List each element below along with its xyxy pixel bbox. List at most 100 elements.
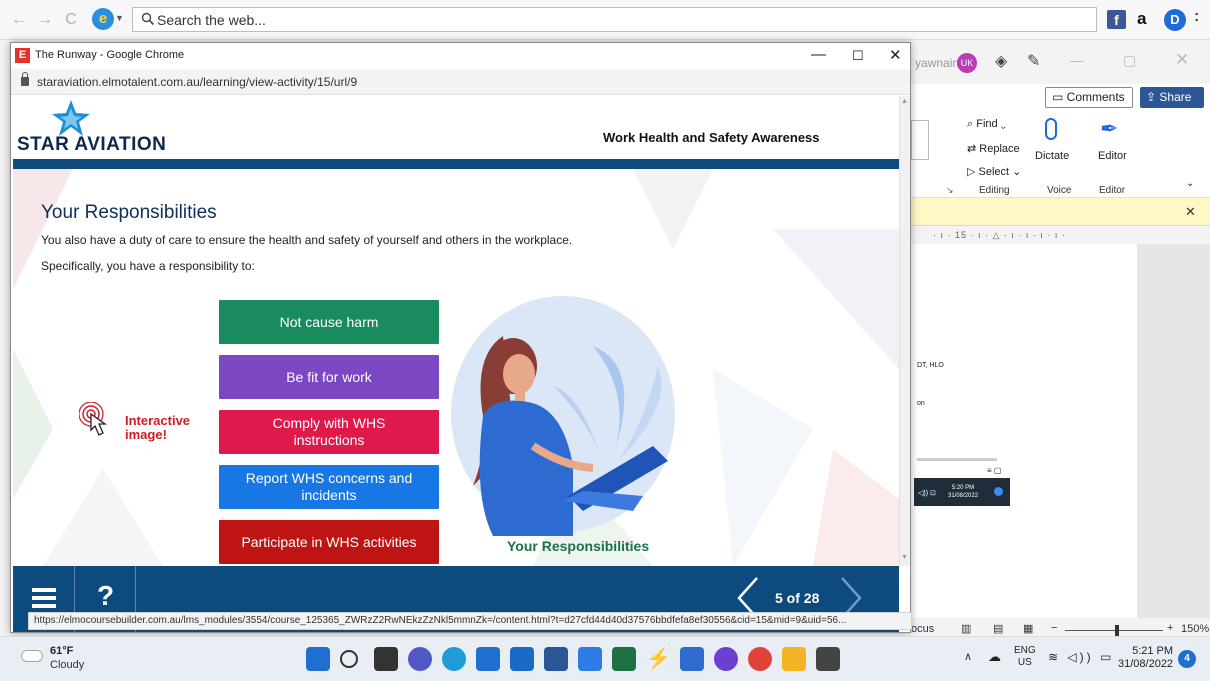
responsibility-button-fit-for-work[interactable]: Be fit for work bbox=[219, 355, 439, 399]
illustration-caption: Your Responsibilities bbox=[507, 538, 650, 554]
wifi-volume-battery-icons[interactable]: ≋ ◁)) ▭ bbox=[1048, 650, 1114, 664]
teams-chat-icon[interactable] bbox=[408, 647, 432, 671]
window-title: The Runway - Google Chrome bbox=[35, 49, 185, 61]
editor-pen-icon: ✒ bbox=[1100, 116, 1119, 141]
zoom-icon[interactable] bbox=[680, 647, 704, 671]
responsibility-button-participate-whs[interactable]: Participate in WHS activities bbox=[219, 520, 439, 564]
scrollbar[interactable]: ▲ ▼ bbox=[899, 96, 910, 566]
clock-time: 5:21 PM bbox=[1132, 645, 1174, 657]
mini-time: 5:20 PM bbox=[951, 485, 975, 491]
mini-clock: 5:20 PM 31/08/2022 bbox=[948, 484, 978, 500]
zoom-in-icon[interactable]: + bbox=[1167, 622, 1173, 634]
comments-button[interactable]: ▭ Comments bbox=[1045, 87, 1133, 108]
d-extension-icon[interactable]: D bbox=[1164, 9, 1186, 31]
edge-icon[interactable] bbox=[442, 647, 466, 671]
doc-line bbox=[917, 458, 997, 461]
zoom-level[interactable]: 150% bbox=[1181, 623, 1209, 635]
ruler: · ı · 15 · ı · △ · ı · ı · ı · ı · bbox=[903, 226, 1210, 244]
close-icon[interactable]: ✕ bbox=[1185, 204, 1196, 220]
window-icons: ≡ ▢ bbox=[987, 466, 1002, 475]
replace-label: Replace bbox=[979, 143, 1020, 155]
store-icon[interactable] bbox=[476, 647, 500, 671]
select-label: Select bbox=[978, 166, 1010, 178]
minimize-icon[interactable]: — bbox=[1070, 52, 1084, 68]
print-layout-icon[interactable]: ▤ bbox=[993, 622, 1003, 635]
replace-button[interactable]: ⇄ Replace bbox=[967, 142, 1020, 155]
facebook-icon[interactable]: f bbox=[1107, 10, 1126, 29]
word-icon[interactable] bbox=[544, 647, 568, 671]
chrome-window: E The Runway - Google Chrome — ☐ ✕ stara… bbox=[10, 42, 911, 633]
diamond-icon[interactable]: ◈ bbox=[995, 51, 1007, 71]
refresh-button[interactable]: C bbox=[62, 10, 80, 30]
cloud-icon[interactable] bbox=[21, 650, 43, 662]
dialog-launcher-icon[interactable]: ↘ bbox=[946, 185, 954, 196]
collapse-ribbon-icon[interactable]: ⌄ bbox=[1186, 178, 1194, 189]
dictate-button[interactable]: Dictate bbox=[1035, 118, 1069, 178]
input-language[interactable]: ENG US bbox=[1014, 645, 1036, 669]
chrome-titlebar: E The Runway - Google Chrome — ☐ ✕ bbox=[11, 43, 910, 69]
responsibility-button-comply-whs[interactable]: Comply with WHS instructions bbox=[219, 410, 439, 454]
focus-button[interactable]: ocus bbox=[911, 623, 934, 635]
task-view-icon[interactable] bbox=[374, 647, 398, 671]
read-mode-icon[interactable]: ▥ bbox=[961, 622, 971, 635]
scroll-up-icon[interactable]: ▲ bbox=[901, 98, 908, 105]
clock[interactable]: 5:21 PM 31/08/2022 bbox=[1118, 645, 1173, 671]
show-hidden-icons-icon[interactable]: ∧ bbox=[964, 650, 972, 663]
clock-date: 31/08/2022 bbox=[1118, 658, 1174, 670]
zoom-slider[interactable] bbox=[1065, 630, 1163, 631]
share-button[interactable]: ⇪ Share bbox=[1140, 87, 1204, 108]
responsibility-button-not-cause-harm[interactable]: Not cause harm bbox=[219, 300, 439, 344]
pen-icon[interactable]: ✎ bbox=[1027, 51, 1040, 71]
editor-label: Editor bbox=[1098, 150, 1127, 162]
region-code: US bbox=[1017, 657, 1032, 668]
close-icon[interactable]: ✕ bbox=[889, 46, 902, 64]
maximize-icon[interactable]: ☐ bbox=[852, 48, 864, 64]
scroll-down-icon[interactable]: ▼ bbox=[901, 554, 908, 561]
excel-icon[interactable] bbox=[612, 647, 636, 671]
microphone-icon bbox=[1045, 118, 1057, 140]
antivirus-icon[interactable]: ☁ bbox=[988, 649, 1001, 665]
find-button[interactable]: ⌕ Find ⌄ bbox=[967, 118, 1006, 131]
avatar[interactable]: UK bbox=[957, 53, 977, 73]
amazon-icon[interactable]: a bbox=[1137, 9, 1146, 29]
responsibility-button-report-whs[interactable]: Report WHS concerns and incidents bbox=[219, 465, 439, 509]
snipping-tool-icon[interactable] bbox=[816, 647, 840, 671]
dropbox-icon[interactable] bbox=[578, 647, 602, 671]
zoom-out-icon[interactable]: − bbox=[1051, 622, 1057, 634]
address-bar[interactable]: staraviation.elmotalent.com.au/learning/… bbox=[11, 69, 910, 95]
weather-condition[interactable]: Cloudy bbox=[50, 659, 84, 671]
share-icon: ⇪ bbox=[1146, 90, 1160, 104]
lightning-app-icon[interactable]: ⚡ bbox=[646, 647, 671, 671]
document-page[interactable]: DT, HLO on ≡ ▢ bbox=[917, 244, 1137, 650]
editor-button[interactable]: ✒ Editor bbox=[1098, 116, 1128, 178]
forward-button[interactable]: → bbox=[36, 10, 54, 30]
word-titlebar: yawnaing UK ◈ ✎ — ▢ ✕ bbox=[903, 40, 1210, 84]
circle-app-icon[interactable] bbox=[714, 647, 738, 671]
search-input[interactable]: Search the web... bbox=[132, 7, 1097, 32]
voice-group-label: Voice bbox=[1047, 185, 1072, 196]
weather-temperature[interactable]: 61°F bbox=[50, 645, 73, 657]
file-explorer-icon[interactable] bbox=[782, 647, 806, 671]
more-menu-icon[interactable]: : bbox=[1194, 8, 1199, 26]
mail-icon[interactable] bbox=[510, 647, 534, 671]
document-margin bbox=[1137, 244, 1210, 650]
page-indicator: 5 of 28 bbox=[775, 590, 820, 606]
search-icon[interactable] bbox=[340, 650, 358, 668]
doc-snippet: DT, HLO bbox=[917, 362, 944, 369]
close-icon[interactable]: ✕ bbox=[1175, 50, 1189, 70]
link-status-bubble: https://elmocoursebuilder.com.au/lms_mod… bbox=[28, 612, 912, 630]
search-placeholder: Search the web... bbox=[157, 12, 266, 28]
start-icon[interactable] bbox=[306, 647, 330, 671]
web-layout-icon[interactable]: ▦ bbox=[1023, 622, 1033, 635]
minimize-icon[interactable]: — bbox=[811, 46, 826, 63]
chrome-icon[interactable] bbox=[748, 647, 772, 671]
notification-count-badge[interactable]: 4 bbox=[1178, 650, 1196, 668]
zoom-slider-thumb[interactable] bbox=[1115, 625, 1119, 636]
restore-icon[interactable]: ▢ bbox=[1123, 52, 1136, 69]
select-button[interactable]: ▷ Select ⌄ bbox=[967, 165, 1021, 178]
edge-logo-icon[interactable]: e bbox=[92, 8, 114, 30]
back-button[interactable]: ← bbox=[10, 10, 28, 30]
font-size-spinner[interactable]: 1 bbox=[898, 120, 929, 160]
embedded-screenshot-taskbar: ◁)) ⊡ 5:20 PM 31/08/2022 bbox=[914, 478, 1010, 506]
chevron-down-icon[interactable]: ▼ bbox=[115, 13, 124, 23]
